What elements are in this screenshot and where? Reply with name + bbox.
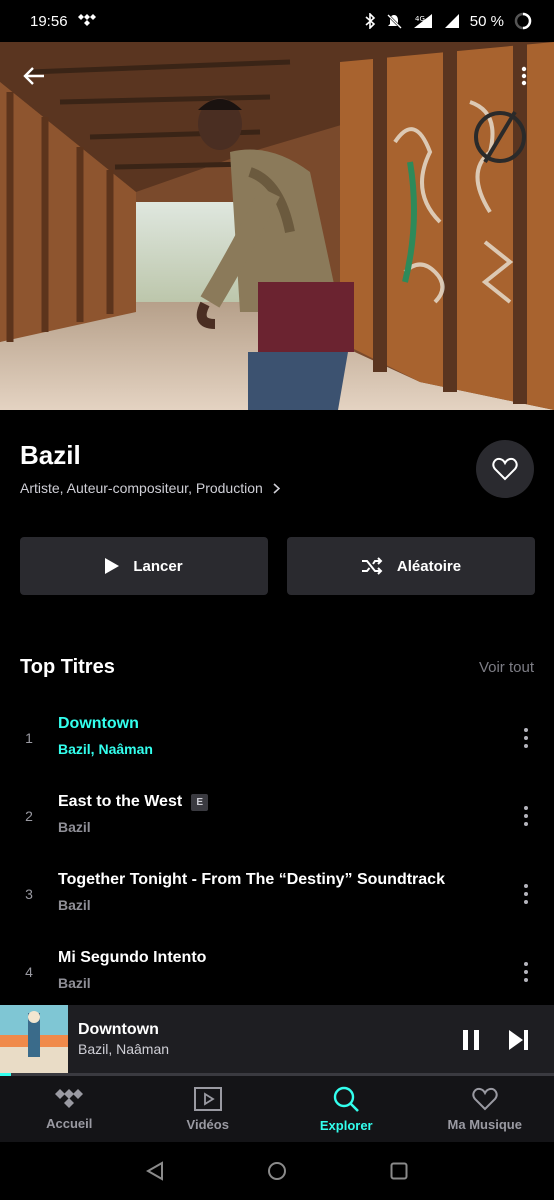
system-home-button[interactable] xyxy=(257,1151,297,1191)
nav-item-ma-musique[interactable]: Ma Musique xyxy=(416,1076,554,1142)
shuffle-label: Aléatoire xyxy=(396,557,462,575)
album-art xyxy=(0,1005,68,1073)
track-title: Downtown xyxy=(58,715,139,732)
track-row[interactable]: 2 East to the West E Bazil xyxy=(0,777,554,855)
more-vertical-icon xyxy=(521,66,527,86)
explicit-badge: E xyxy=(191,793,209,811)
artist-roles-link[interactable]: Artiste, Auteur-compositeur, Production xyxy=(20,480,280,496)
status-bar: 19:56 4G 50 % xyxy=(0,0,554,42)
track-title-row: Downtown xyxy=(58,715,139,733)
next-button[interactable] xyxy=(502,1023,536,1057)
track-number: 2 xyxy=(25,808,33,824)
arrow-left-icon xyxy=(23,67,44,85)
track-more-button[interactable] xyxy=(514,721,538,755)
video-icon xyxy=(193,1086,222,1111)
tidal-logo-icon xyxy=(55,1088,84,1108)
system-navigation-bar xyxy=(0,1142,554,1200)
square-recents-icon xyxy=(390,1162,408,1180)
play-label: Lancer xyxy=(133,557,183,575)
nav-item-accueil[interactable]: Accueil xyxy=(0,1076,139,1142)
back-button[interactable] xyxy=(12,54,56,98)
play-button[interactable]: Lancer xyxy=(20,537,268,595)
track-title-row: Together Tonight - From The “Destiny” So… xyxy=(58,871,445,889)
battery-icon xyxy=(514,12,532,30)
pause-icon xyxy=(463,1030,479,1050)
track-title: East to the West xyxy=(58,793,183,810)
nav-label-accueil: Accueil xyxy=(46,1115,93,1131)
system-back-button[interactable] xyxy=(135,1151,175,1191)
heart-icon xyxy=(492,457,518,481)
top-tracks-title: Top Titres xyxy=(20,656,115,678)
play-icon xyxy=(105,558,120,574)
nav-label-videos: Vidéos xyxy=(186,1116,229,1132)
circle-home-icon xyxy=(268,1162,286,1180)
bluetooth-icon xyxy=(364,13,376,29)
nav-item-explorer[interactable]: Explorer xyxy=(277,1076,416,1142)
search-icon xyxy=(334,1086,360,1112)
track-number: 4 xyxy=(25,964,33,980)
heart-icon xyxy=(472,1087,498,1110)
player-artist: Bazil, Naâman xyxy=(78,1041,170,1057)
pause-button[interactable] xyxy=(454,1023,488,1057)
tidal-status-icon xyxy=(77,13,96,30)
nav-label-ma-musique: Ma Musique xyxy=(447,1116,522,1132)
track-row[interactable]: 1 Downtown Bazil, Naâman xyxy=(0,699,554,777)
signal-icon xyxy=(444,13,460,29)
player-title: Downtown xyxy=(78,1021,159,1038)
track-artist: Bazil xyxy=(58,897,91,913)
skip-next-icon xyxy=(509,1030,528,1050)
favorite-button[interactable] xyxy=(476,440,534,498)
artist-roles-text: Artiste, Auteur-compositeur, Production xyxy=(20,480,263,496)
track-artist: Bazil xyxy=(58,975,91,991)
triangle-back-icon xyxy=(146,1161,163,1181)
chevron-right-icon xyxy=(273,482,280,494)
network-4g-icon: 4G xyxy=(412,13,434,29)
shuffle-icon xyxy=(361,557,383,575)
mini-player[interactable]: Downtown Bazil, Naâman xyxy=(0,1005,554,1073)
status-time: 19:56 xyxy=(30,12,68,30)
svg-text:4G: 4G xyxy=(415,15,425,23)
track-number: 1 xyxy=(25,730,33,746)
nav-item-videos[interactable]: Vidéos xyxy=(139,1076,278,1142)
track-number: 3 xyxy=(25,886,33,902)
track-title-row: Mi Segundo Intento xyxy=(58,949,206,967)
bottom-navigation: Accueil Vidéos Explorer Ma Musique xyxy=(0,1076,554,1142)
nav-label-explorer: Explorer xyxy=(319,1117,373,1133)
system-recents-button[interactable] xyxy=(379,1151,419,1191)
track-more-button[interactable] xyxy=(514,877,538,911)
more-options-button[interactable] xyxy=(502,54,546,98)
see-all-link[interactable]: Voir tout xyxy=(479,659,534,676)
track-artist: Bazil xyxy=(58,819,91,835)
mute-icon xyxy=(386,13,402,29)
track-row[interactable]: 4 Mi Segundo Intento Bazil xyxy=(0,933,554,1011)
track-more-button[interactable] xyxy=(514,955,538,989)
battery-percent: 50 % xyxy=(469,12,504,30)
track-title: Together Tonight - From The “Destiny” So… xyxy=(58,871,445,888)
track-more-button[interactable] xyxy=(514,799,538,833)
track-title-row: East to the West E xyxy=(58,793,209,811)
artist-hero-image xyxy=(0,42,554,410)
track-artist: Bazil, Naâman xyxy=(58,741,153,757)
track-title: Mi Segundo Intento xyxy=(58,949,207,966)
shuffle-button[interactable]: Aléatoire xyxy=(287,537,535,595)
artist-name: Bazil xyxy=(20,440,81,470)
track-row[interactable]: 3 Together Tonight - From The “Destiny” S… xyxy=(0,855,554,933)
